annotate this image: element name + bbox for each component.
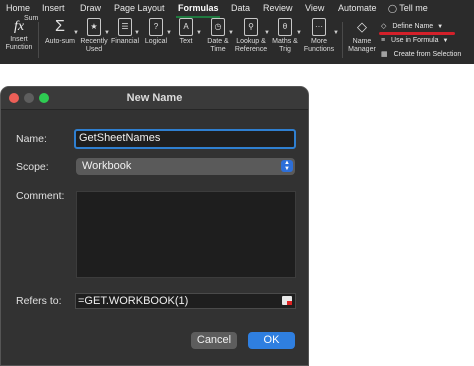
autosum-button[interactable]: Σ Auto-sum	[44, 18, 76, 46]
financial-label: Financial	[110, 38, 139, 45]
refers-to-value: =GET.WORKBOOK(1)	[78, 295, 189, 307]
logical-book-icon: ?	[149, 18, 163, 36]
refers-to-label: Refers to:	[16, 295, 62, 307]
logical-label: Logical	[144, 38, 168, 45]
formula-icon: ≡	[381, 37, 386, 44]
maths-label-1: Maths &	[272, 38, 298, 45]
cancel-button[interactable]: Cancel	[191, 332, 237, 349]
range-selector-icon[interactable]	[282, 296, 292, 305]
scope-select[interactable]: Workbook ▲ ▼	[76, 158, 295, 175]
name-manager-button[interactable]: ◇ Name Manager	[346, 18, 378, 54]
tab-insert[interactable]: Insert	[42, 3, 65, 13]
tag-icon: ◇	[357, 19, 367, 34]
tab-draw[interactable]: Draw	[80, 3, 101, 13]
text-label: Text	[179, 38, 193, 45]
more-label-2: Functions	[303, 46, 335, 53]
chevron-down-icon: ▼	[437, 24, 444, 30]
name-manager-label-2: Manager	[348, 46, 376, 53]
dialog-title: New Name	[126, 92, 183, 104]
theta-book-icon: θ	[278, 18, 292, 36]
star-book-icon: ★	[87, 18, 101, 36]
more-label-1: More	[311, 38, 327, 45]
chevron-down-icon[interactable]: ▼	[196, 30, 202, 36]
highlight-underline	[379, 32, 455, 35]
define-name-label: Define Name	[392, 23, 434, 30]
chevron-down-icon[interactable]: ▼	[333, 30, 339, 36]
define-name-button[interactable]: ◇ Define Name ▼	[381, 22, 443, 30]
text-button[interactable]: A Text	[174, 18, 198, 46]
divider	[342, 22, 343, 58]
tag-icon: ◇	[381, 23, 387, 30]
tab-formulas[interactable]: Formulas	[178, 3, 219, 13]
chevron-down-icon[interactable]: ▼	[166, 30, 172, 36]
name-input-value: GetSheetNames	[79, 132, 161, 144]
maths-trig-button[interactable]: θ Maths & Trig	[270, 18, 300, 54]
excel-ribbon: Home Insert Draw Page Layout Formulas Da…	[0, 0, 474, 64]
tab-automate[interactable]: Automate	[338, 3, 377, 13]
more-book-icon: ···	[312, 18, 326, 36]
date-time-button[interactable]: ◷ Date & Time	[203, 18, 233, 54]
financial-book-icon: ☰	[118, 18, 132, 36]
sum-label: Sum	[24, 15, 39, 22]
create-from-selection-label: Create from Selection	[393, 51, 462, 58]
use-in-formula-label: Use in Formula	[391, 37, 439, 44]
divider	[38, 22, 39, 58]
chevron-down-icon[interactable]: ▼	[134, 30, 140, 36]
scope-select-value: Workbook	[82, 160, 132, 172]
name-input[interactable]: GetSheetNames	[74, 129, 296, 149]
date-time-label-2: Time	[210, 46, 226, 53]
dialog-titlebar: New Name	[1, 87, 308, 110]
create-from-selection-button[interactable]: ▦ Create from Selection	[381, 50, 461, 58]
lookup-label-2: Reference	[234, 46, 268, 53]
use-in-formula-button[interactable]: ≡ Use in Formula ▼	[381, 37, 448, 44]
insert-function-label-2: Function	[5, 44, 33, 51]
autosum-label: Auto-sum	[45, 38, 75, 45]
name-manager-label-1: Name	[352, 38, 372, 45]
tab-review[interactable]: Review	[263, 3, 293, 13]
insert-function-label-1: Insert	[10, 36, 28, 43]
comment-textarea[interactable]	[76, 191, 296, 278]
grid-icon: ▦	[381, 51, 388, 58]
maths-label-2: Trig	[279, 46, 291, 53]
recently-used-label-2: Used	[85, 46, 103, 53]
tell-me[interactable]: ◯ Tell me	[388, 3, 428, 13]
name-label: Name:	[16, 133, 47, 145]
insert-function-button[interactable]: Sum fx Insert Function	[2, 15, 39, 52]
ribbon-tabs: Home Insert Draw Page Layout Formulas Da…	[0, 0, 474, 16]
scope-label: Scope:	[16, 161, 49, 173]
ok-button[interactable]: OK	[248, 332, 295, 349]
clock-book-icon: ◷	[211, 18, 225, 36]
refers-to-input[interactable]: =GET.WORKBOOK(1)	[75, 293, 296, 309]
tab-page-layout[interactable]: Page Layout	[114, 3, 165, 13]
more-functions-button[interactable]: ··· More Functions	[301, 18, 337, 54]
sigma-icon: Σ	[55, 18, 65, 35]
text-book-icon: A	[179, 18, 193, 36]
recently-used-label-1: Recently	[80, 38, 108, 45]
lookup-reference-button[interactable]: ⚲ Lookup & Reference	[233, 18, 269, 54]
lightbulb-icon: ◯	[388, 4, 397, 13]
tab-data[interactable]: Data	[231, 3, 250, 13]
tell-me-label: Tell me	[399, 3, 428, 13]
lookup-label-1: Lookup &	[236, 38, 266, 45]
chevron-down-icon: ▼	[442, 38, 449, 44]
select-arrows-icon: ▲ ▼	[281, 160, 293, 172]
tab-home[interactable]: Home	[6, 3, 30, 13]
new-name-dialog: New Name Name: GetSheetNames Scope: Work…	[0, 86, 309, 366]
recently-used-button[interactable]: ★ Recently Used	[79, 18, 109, 54]
tab-view[interactable]: View	[305, 3, 324, 13]
date-time-label-1: Date &	[207, 38, 229, 45]
magnifier-book-icon: ⚲	[244, 18, 258, 36]
comment-label: Comment:	[16, 190, 65, 202]
